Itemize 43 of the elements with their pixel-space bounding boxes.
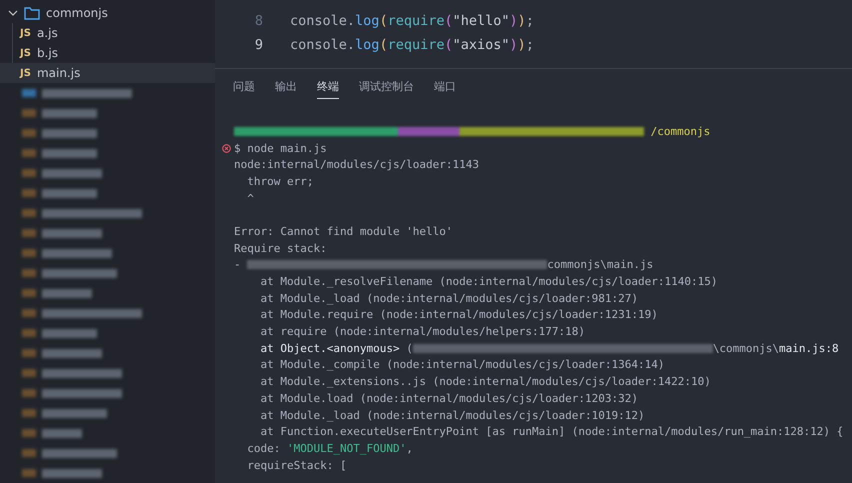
- js-file-icon: JS: [20, 68, 31, 78]
- terminal-text: at Function.executeUserEntryPoint [as runMain] (node:internal/modules/run_main:128:12) {: [259, 425, 844, 438]
- panel-tab[interactable]: 调试控制台: [359, 79, 414, 99]
- terminal-text: Error: Cannot find module 'hello': [234, 224, 453, 238]
- terminal-text: ,: [406, 442, 413, 455]
- terminal-text: at Module._extensions..js (node:internal/modules/cjs/loader:1422:10): [259, 375, 711, 388]
- terminal-text: at require (node:internal/modules/helpers:177:18): [259, 325, 585, 338]
- panel-tab[interactable]: 终端: [317, 79, 339, 99]
- terminal-text: at Module._load (node:internal/modules/cjs/loader:981:27): [259, 292, 638, 305]
- terminal-text: throw err;: [246, 174, 314, 188]
- terminal-text: main.js:8: [779, 342, 839, 355]
- terminal-text: $ node main.js: [234, 142, 327, 155]
- panel-tab[interactable]: 端口: [434, 79, 456, 99]
- js-file-icon: JS: [20, 48, 31, 58]
- panel-tab[interactable]: 输出: [275, 79, 297, 99]
- js-file-icon: JS: [20, 28, 31, 38]
- terminal-text: (: [406, 342, 413, 355]
- terminal-text: at Module._compile (node:internal/modules/cjs/loader:1364:14): [259, 358, 664, 372]
- line-number: 9: [254, 37, 263, 53]
- terminal-text: -: [234, 258, 242, 272]
- terminal-text: at Module.load (node:internal/modules/cjs/loader:1203:32): [259, 392, 638, 405]
- terminal-text: at Module._load (node:internal/modules/cjs/loader:1019:12): [259, 408, 645, 422]
- file-item[interactable]: JS b.js: [0, 43, 215, 63]
- terminal-text: Require stack:: [234, 242, 327, 255]
- terminal-text: at Module._resolveFilename (node:internal/modules/cjs/loader:1140:15): [259, 275, 718, 288]
- code-line: console.log(require("axios"));: [290, 37, 534, 53]
- terminal-text: node:internal/modules/cjs/loader:1143: [234, 158, 480, 172]
- terminal-text: at Module.require (node:internal/modules/cjs/loader:1231:19): [259, 308, 658, 322]
- file-item[interactable]: JS a.js: [0, 23, 215, 43]
- folder-item[interactable]: commonjs: [0, 3, 215, 23]
- terminal-text: at Object.<anonymous>: [259, 342, 401, 355]
- terminal-text: ^: [246, 192, 254, 205]
- terminal-text: requireStack: [: [246, 458, 347, 472]
- code-line: console.log(require("hello"));: [290, 13, 534, 29]
- terminal-text: 'MODULE_NOT_FOUND': [286, 442, 406, 455]
- terminal-text: \commonjs\: [712, 342, 780, 355]
- line-number: 8: [254, 13, 263, 29]
- folder-icon: [24, 6, 40, 20]
- terminal-text: code:: [246, 442, 282, 455]
- panel-tab[interactable]: 问题: [233, 79, 255, 99]
- file-item[interactable]: JS main.js: [0, 63, 215, 83]
- terminal-text: /commonjs: [650, 124, 710, 138]
- terminal-text: commonjs\main.js: [547, 258, 654, 272]
